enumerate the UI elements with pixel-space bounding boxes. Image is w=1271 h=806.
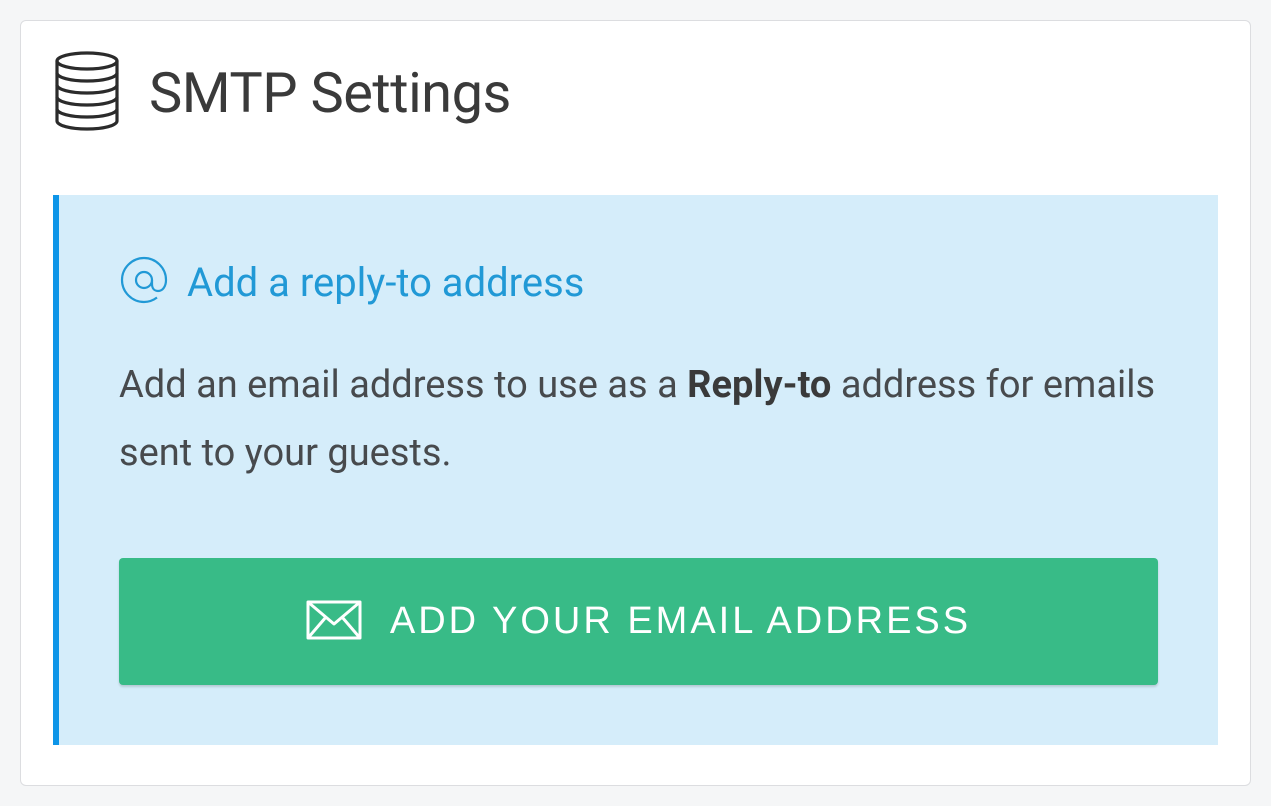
card-header: SMTP Settings: [53, 51, 1218, 135]
button-label: ADD YOUR EMAIL ADDRESS: [390, 600, 971, 643]
description-bold: Reply-to: [687, 363, 831, 407]
reply-to-info-panel: Add a reply-to address Add an email addr…: [53, 195, 1218, 745]
info-header: Add a reply-to address: [119, 255, 1158, 309]
at-sign-icon: [119, 255, 169, 309]
smtp-settings-card: SMTP Settings Add a reply-to address Add…: [20, 20, 1251, 786]
description-prefix: Add an email address to use as a: [119, 363, 687, 407]
database-icon: [53, 51, 121, 135]
add-email-address-button[interactable]: ADD YOUR EMAIL ADDRESS: [119, 558, 1158, 685]
info-panel-title: Add a reply-to address: [187, 259, 584, 306]
page-title: SMTP Settings: [149, 60, 511, 126]
envelope-icon: [306, 600, 362, 643]
info-panel-description: Add an email address to use as a Reply-t…: [119, 351, 1158, 488]
